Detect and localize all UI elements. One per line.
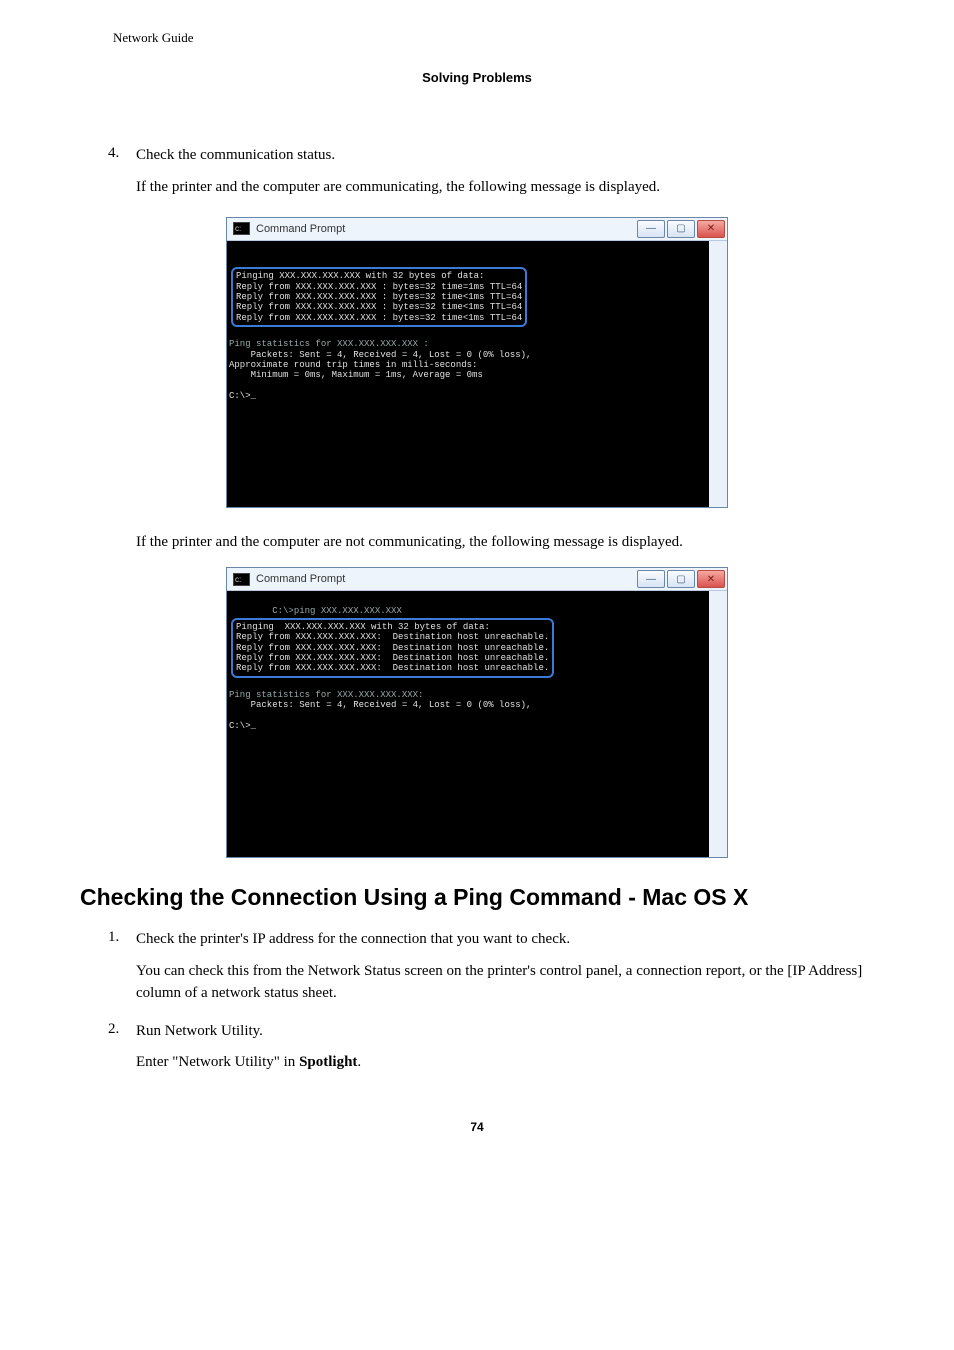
step-4-sub1: If the printer and the computer are comm… — [136, 177, 874, 199]
prompt-cursor-fail: C:\>_ — [229, 721, 256, 731]
scrollbar[interactable]: ▴ ▾ — [710, 591, 726, 857]
ping-stats-body: Packets: Sent = 4, Received = 4, Lost = … — [229, 350, 531, 381]
scroll-down-icon[interactable]: ▾ — [710, 491, 726, 507]
step-4-sub2: If the printer and the computer are not … — [80, 532, 874, 554]
ping-replies-highlight: Pinging XXX.XXX.XXX.XXX with 32 bytes of… — [231, 267, 527, 327]
macos-step-1-text: Check the printer's IP address for the c… — [136, 929, 874, 951]
command-prompt-failure: c: Command Prompt — ▢ ✕ ▴ ▾ C:\>ping XXX… — [226, 567, 728, 858]
maximize-button[interactable]: ▢ — [667, 570, 695, 588]
scroll-up-icon[interactable]: ▴ — [710, 241, 726, 257]
macos-step-2-sub-suffix: . — [357, 1054, 361, 1070]
minimize-button[interactable]: — — [637, 570, 665, 588]
macos-heading: Checking the Connection Using a Ping Com… — [80, 884, 874, 911]
macos-step-2-sub: Enter "Network Utility" in Spotlight. — [136, 1052, 874, 1074]
scroll-thumb[interactable] — [710, 263, 726, 281]
macos-step-2-sub-prefix: Enter "Network Utility" in — [136, 1054, 299, 1070]
scroll-up-icon[interactable]: ▴ — [710, 591, 726, 607]
scroll-thumb[interactable] — [710, 613, 726, 631]
terminal-output-failure: ▴ ▾ C:\>ping XXX.XXX.XXX.XXX Pinging XXX… — [227, 591, 727, 857]
ping-stats-header: Ping statistics for XXX.XXX.XXX.XXX : — [229, 339, 429, 349]
macos-step-1-number: 1. — [108, 929, 136, 1014]
terminal-pre — [272, 255, 294, 265]
window-title: Command Prompt — [256, 573, 635, 585]
running-head: Network Guide — [80, 30, 874, 46]
close-button[interactable]: ✕ — [697, 220, 725, 238]
window-title: Command Prompt — [256, 223, 635, 235]
scroll-down-icon[interactable]: ▾ — [710, 841, 726, 857]
minimize-button[interactable]: — — [637, 220, 665, 238]
spotlight-bold: Spotlight — [299, 1054, 357, 1070]
cmd-icon: c: — [233, 222, 250, 235]
ping-input-line: C:\>ping XXX.XXX.XXX.XXX — [272, 606, 402, 616]
maximize-button[interactable]: ▢ — [667, 220, 695, 238]
macos-step-2-text: Run Network Utility. — [136, 1021, 874, 1043]
terminal-output-success: ▴ ▾ Pinging XXX.XXX.XXX.XXX with 32 byte… — [227, 241, 727, 507]
scrollbar[interactable]: ▴ ▾ — [710, 241, 726, 507]
prompt-cursor: C:\>_ — [229, 391, 256, 401]
ping-stats-body-fail: Packets: Sent = 4, Received = 4, Lost = … — [229, 700, 531, 710]
ping-stats-header-fail: Ping statistics for XXX.XXX.XXX.XXX: — [229, 690, 423, 700]
section-label: Solving Problems — [80, 70, 874, 85]
close-button[interactable]: ✕ — [697, 570, 725, 588]
cmd-icon: c: — [233, 573, 250, 586]
step-4-number: 4. — [108, 145, 136, 209]
page-number: 74 — [80, 1120, 874, 1134]
macos-step-1-sub: You can check this from the Network Stat… — [136, 961, 874, 1005]
macos-step-2-number: 2. — [108, 1021, 136, 1085]
command-prompt-success: c: Command Prompt — ▢ ✕ ▴ ▾ Pinging XXX.… — [226, 217, 728, 508]
step-4-text: Check the communication status. — [136, 145, 874, 167]
ping-unreachable-highlight: Pinging XXX.XXX.XXX.XXX with 32 bytes of… — [231, 618, 554, 678]
